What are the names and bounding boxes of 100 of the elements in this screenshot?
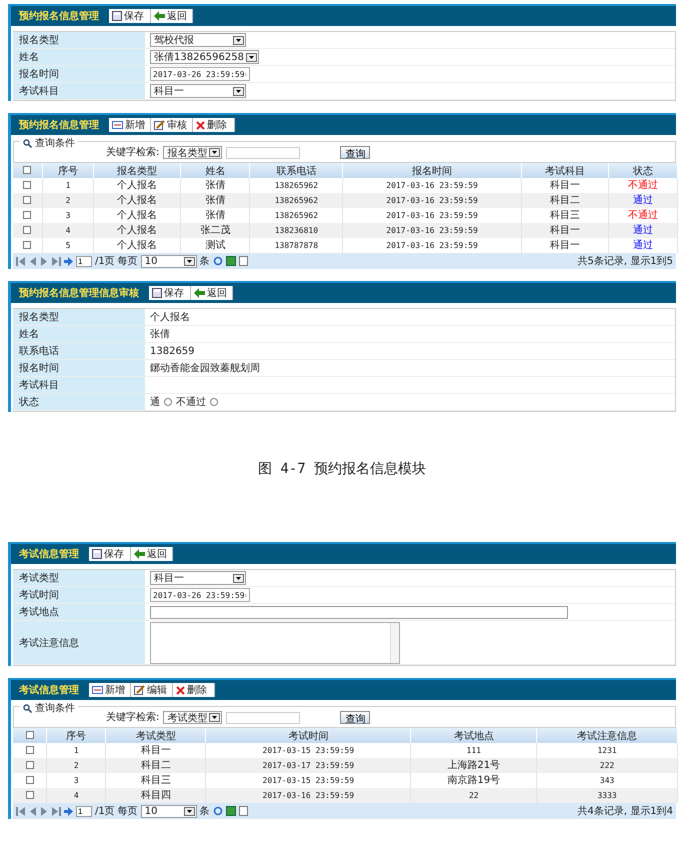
checkbox[interactable] (23, 211, 32, 220)
toolbar-button[interactable]: 保存 (89, 547, 131, 561)
last-page-button[interactable] (52, 806, 61, 816)
header-cell: 姓名 (180, 163, 250, 178)
field-label: 考试科目 (13, 83, 146, 99)
toolbar-button[interactable]: 返回 (151, 9, 193, 23)
toolbar-button[interactable]: 删除 (193, 118, 235, 132)
date-field[interactable]: 2017-03-26 23:59:59 (150, 588, 250, 602)
search-field[interactable] (226, 147, 300, 159)
caret-icon (233, 36, 244, 44)
toolbar-button[interactable]: 编辑 (131, 683, 173, 697)
previous-page-button[interactable] (28, 806, 37, 816)
field-label: 状态 (13, 394, 146, 410)
toolbar-button[interactable]: 新增 (89, 683, 131, 697)
go-button[interactable] (64, 256, 73, 266)
add-icon (112, 120, 123, 130)
checkbox[interactable] (23, 166, 32, 174)
search-label: 关键字检索: (106, 710, 160, 724)
back-arrow-icon (154, 11, 165, 21)
header-cell: 报名类型 (94, 163, 181, 178)
field-label: 姓名 (13, 49, 146, 65)
toolbar-button[interactable]: 保存 (109, 9, 151, 23)
toolbar-button[interactable]: 新增 (109, 118, 151, 132)
select-field[interactable]: 张倩13826596258 (150, 50, 259, 64)
first-page-button[interactable] (16, 256, 25, 266)
floppy-icon (152, 288, 162, 298)
search-button[interactable]: 查询 (340, 146, 370, 159)
select-field[interactable]: 科目一 (150, 571, 246, 585)
per-page-label: 每页 (118, 255, 138, 268)
field-value: 个人报名 (150, 310, 190, 324)
next-page-button[interactable] (40, 256, 49, 266)
page-size-select[interactable]: 10 (140, 804, 197, 818)
text-area[interactable] (150, 622, 400, 664)
caret-icon (209, 713, 220, 722)
page-input[interactable]: 1 (76, 806, 92, 816)
panel-title: 考试信息管理 (19, 548, 79, 561)
previous-page-button[interactable] (28, 256, 37, 266)
header-cell: 联系电话 (250, 163, 343, 178)
search-legend: 查询条件 (20, 136, 78, 150)
search-icon (23, 704, 32, 712)
input-field[interactable] (150, 606, 568, 618)
toolbar-button[interactable]: 删除 (173, 683, 215, 697)
checkbox[interactable] (23, 181, 32, 190)
radio-button[interactable] (164, 398, 172, 406)
field-label: 报名类型 (13, 32, 146, 48)
field-value: 1382659 (150, 346, 195, 356)
unit-label: 条 (200, 805, 210, 818)
checkbox[interactable] (23, 226, 32, 234)
field-label: 联系电话 (13, 343, 146, 359)
first-page-button[interactable] (16, 806, 25, 816)
search-button[interactable]: 查询 (340, 711, 370, 724)
search-icon (23, 138, 32, 148)
caret-icon (246, 52, 257, 62)
header-cell: 考试时间 (206, 728, 411, 743)
select-field[interactable]: 考试类型 (163, 711, 222, 724)
field-label: 考试注意信息 (13, 621, 146, 664)
radio-button[interactable] (210, 398, 218, 406)
search-field[interactable] (226, 712, 300, 724)
field-label: 考试科目 (13, 377, 146, 393)
header-cell: 考试科目 (521, 163, 608, 178)
select-field[interactable]: 报名类型 (163, 146, 222, 159)
next-page-button[interactable] (40, 806, 49, 816)
caret-icon (209, 148, 220, 157)
checkbox[interactable] (26, 731, 34, 740)
pencil-icon (134, 685, 145, 695)
panel-title: 考试信息管理 (19, 684, 79, 697)
last-page-button[interactable] (52, 256, 61, 266)
back-arrow-icon (194, 288, 205, 298)
checkbox[interactable] (26, 746, 34, 754)
toolbar-button[interactable]: 审核 (151, 118, 193, 132)
checkbox[interactable] (23, 196, 32, 204)
header-cell: 考试类型 (106, 728, 206, 743)
field-label: 报名时间 (13, 66, 146, 82)
header-cell: 考试注意信息 (536, 728, 678, 743)
pencil-icon (154, 120, 165, 130)
page-input[interactable]: 1 (76, 256, 92, 266)
date-field[interactable]: 2017-03-26 23:59:59 (150, 67, 250, 81)
record-summary: 共5条记录, 显示1到5 (578, 254, 673, 268)
figure-caption: 图 4-7 预约报名信息模块 (256, 460, 428, 479)
checkbox[interactable] (26, 761, 34, 770)
go-button[interactable] (64, 806, 73, 816)
checkbox[interactable] (26, 776, 34, 784)
toolbar-button[interactable]: 返回 (191, 286, 233, 300)
select-field[interactable]: 驾校代报 (150, 33, 246, 47)
select-field[interactable]: 科目一 (150, 84, 246, 98)
checkbox[interactable] (23, 241, 32, 250)
toolbar-button[interactable]: 保存 (149, 286, 191, 300)
field-label: 考试时间 (13, 587, 146, 603)
search-legend: 查询条件 (20, 701, 78, 715)
page-size-select[interactable]: 10 (140, 254, 197, 268)
panel-title: 预约报名信息管理 (19, 10, 99, 23)
floppy-icon (92, 549, 102, 559)
page-count: /1页 (95, 805, 115, 818)
panel-title: 预约报名信息管理信息审核 (19, 286, 139, 300)
document-icon[interactable] (238, 256, 248, 266)
caret-icon (184, 256, 195, 266)
checkbox[interactable] (26, 791, 34, 800)
document-icon[interactable] (238, 806, 248, 816)
toolbar-button[interactable]: 返回 (131, 547, 173, 561)
floppy-icon (112, 11, 122, 21)
